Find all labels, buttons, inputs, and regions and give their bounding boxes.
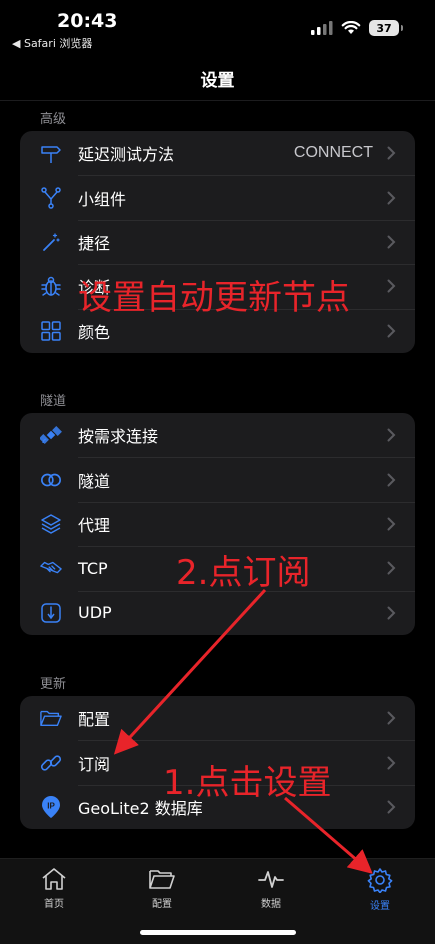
chevron-right-icon	[381, 561, 401, 575]
chevron-right-icon	[381, 279, 401, 293]
row-latency-test-method[interactable]: 延迟测试方法 CONNECT	[20, 131, 415, 175]
chevron-right-icon	[381, 756, 401, 770]
signpost-icon	[40, 142, 62, 164]
row-tunnel[interactable]: 隧道	[20, 457, 415, 501]
folder-icon	[149, 870, 175, 889]
row-proxy[interactable]: 代理	[20, 501, 415, 546]
annotation-step2-note: 2.点订阅	[176, 553, 311, 593]
layers-icon	[40, 513, 62, 535]
satellite-icon	[40, 424, 62, 446]
back-to-safari-link[interactable]: ◀ Safari 浏览器	[12, 35, 92, 51]
row-label: 捷径	[78, 233, 111, 253]
tab-label: 设置	[370, 901, 390, 912]
tab-settings[interactable]: 设置	[345, 867, 415, 912]
row-label: UDP	[78, 603, 112, 623]
nav-divider	[0, 100, 435, 101]
tab-config[interactable]: 配置	[127, 867, 197, 910]
battery-indicator: 37	[369, 20, 403, 36]
row-label: 隧道	[78, 471, 111, 491]
row-label: 代理	[78, 515, 111, 535]
chevron-right-icon	[381, 711, 401, 725]
row-shortcuts[interactable]: 捷径	[20, 219, 415, 264]
section-header-update: 更新	[40, 677, 67, 692]
chevron-right-icon	[381, 191, 401, 205]
row-widgets[interactable]: 小组件	[20, 175, 415, 219]
chevron-right-icon	[381, 324, 401, 338]
folder-icon	[40, 707, 62, 729]
ip-location-icon: IP	[40, 795, 62, 818]
tab-label: 首页	[44, 899, 64, 910]
row-label: 小组件	[78, 189, 127, 209]
section-header-advanced: 高级	[40, 112, 67, 127]
toggle-icon	[40, 469, 62, 491]
widget-icon	[40, 186, 62, 209]
row-value: CONNECT	[293, 144, 373, 162]
chevron-right-icon	[381, 235, 401, 249]
page-title: 设置	[200, 71, 235, 91]
wifi-icon	[341, 21, 361, 34]
home-icon	[42, 868, 66, 890]
status-icons: 37	[311, 20, 403, 36]
section-header-tunnel: 隧道	[40, 394, 67, 409]
row-udp[interactable]: UDP	[20, 590, 415, 635]
pulse-icon	[258, 871, 284, 888]
home-indicator	[140, 930, 296, 935]
cellular-signal-icon	[311, 21, 333, 35]
udp-icon	[40, 602, 62, 624]
chevron-right-icon	[381, 146, 401, 160]
chevron-right-icon	[381, 606, 401, 620]
row-config[interactable]: 配置	[20, 696, 415, 740]
bug-icon	[40, 275, 62, 297]
chevron-right-icon	[381, 473, 401, 487]
chevron-right-icon	[381, 428, 401, 442]
annotation-step1-note: 1.点击设置	[163, 763, 332, 803]
magic-wand-icon	[40, 231, 62, 253]
advanced-group: 延迟测试方法 CONNECT 小组件 捷径 诊断 颜色	[20, 131, 415, 353]
row-label: 按需求连接	[78, 427, 159, 447]
tab-home[interactable]: 首页	[19, 867, 89, 910]
row-on-demand-connect[interactable]: 按需求连接	[20, 413, 415, 457]
tab-label: 数据	[261, 899, 281, 910]
tunnel-group: 按需求连接 隧道 代理 TCP UDP	[20, 413, 415, 635]
handshake-icon	[40, 557, 62, 579]
gear-icon	[367, 868, 393, 893]
row-label: 配置	[78, 710, 111, 730]
link-icon	[40, 752, 62, 774]
svg-text:IP: IP	[47, 801, 55, 810]
row-label: 延迟测试方法	[78, 145, 175, 165]
chevron-right-icon	[381, 517, 401, 531]
chevron-right-icon	[381, 800, 401, 814]
status-time: 20:43	[57, 10, 118, 32]
annotation-auto-update-note: 设置自动更新节点	[78, 278, 350, 318]
grid-icon	[40, 320, 62, 342]
row-label: 颜色	[78, 322, 111, 342]
status-bar: 20:43 ◀ Safari 浏览器 37	[0, 0, 435, 52]
tab-label: 配置	[152, 899, 172, 910]
tab-data[interactable]: 数据	[236, 867, 306, 910]
